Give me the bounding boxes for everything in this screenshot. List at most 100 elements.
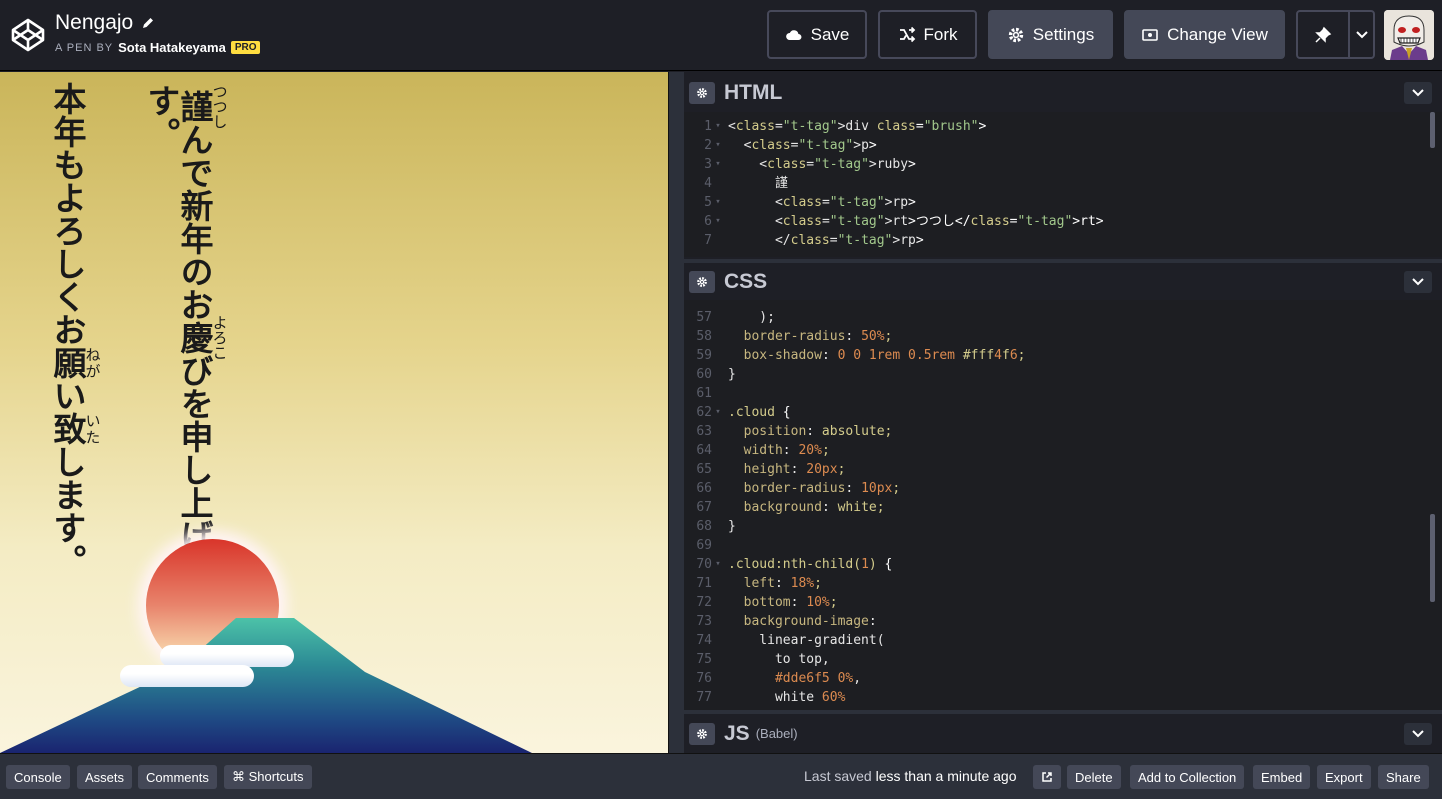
- code-line[interactable]: 2 ▾ <class="t-tag">p>: [684, 136, 1442, 155]
- code-line[interactable]: 7 </class="t-tag">rp>: [684, 231, 1442, 250]
- code-line[interactable]: 62 ▾ .cloud {: [684, 403, 1442, 422]
- add-to-collection-button[interactable]: Add to Collection: [1130, 765, 1245, 789]
- code-line[interactable]: 75 to top,: [684, 650, 1442, 669]
- code-text: </class="t-tag">rp>: [728, 233, 924, 248]
- fold-toggle-icon[interactable]: ▾: [712, 155, 724, 174]
- code-text: );: [728, 310, 775, 325]
- code-line[interactable]: 65 height: 20px;: [684, 460, 1442, 479]
- code-line[interactable]: 67 background: white;: [684, 498, 1442, 517]
- chevron-down-icon: [1412, 89, 1424, 97]
- code-line[interactable]: 60}: [684, 365, 1442, 384]
- code-text: linear-gradient(: [728, 633, 885, 648]
- codepen-logo-icon[interactable]: [10, 17, 46, 53]
- resize-divider[interactable]: [668, 72, 684, 753]
- pen-title-text: Nengajo: [55, 11, 134, 34]
- code-line[interactable]: 3 ▾ <class="t-tag">ruby>: [684, 155, 1442, 174]
- code-text: <class="t-tag">p>: [728, 138, 877, 153]
- code-line[interactable]: 77 white 60%: [684, 688, 1442, 707]
- settings-button[interactable]: Settings: [988, 10, 1113, 59]
- author-link[interactable]: Sota Hatakeyama: [118, 40, 226, 55]
- code-line[interactable]: 76 #dde6f5 0%,: [684, 669, 1442, 688]
- embed-button[interactable]: Embed: [1253, 765, 1311, 789]
- pen-byline: A PEN BY Sota Hatakeyama PRO: [55, 40, 261, 55]
- code-line[interactable]: 72 bottom: 10%;: [684, 593, 1442, 612]
- code-text: position: absolute;: [743, 424, 893, 439]
- js-collapse-button[interactable]: [1404, 722, 1432, 745]
- assets-button[interactable]: Assets: [77, 765, 133, 789]
- code-line[interactable]: 73 background-image:: [684, 612, 1442, 631]
- pin-button[interactable]: [1298, 12, 1350, 57]
- code-line[interactable]: 66 border-radius: 10px;: [684, 479, 1442, 498]
- code-line[interactable]: 58 border-radius: 50%;: [684, 327, 1442, 346]
- line-number: 71: [696, 576, 712, 591]
- fold-toggle-icon[interactable]: ▾: [712, 403, 724, 422]
- line-number: 57: [696, 310, 712, 325]
- code-text: background: white;: [743, 500, 885, 515]
- console-button[interactable]: Console: [6, 765, 70, 789]
- change-view-button[interactable]: Change View: [1124, 10, 1285, 59]
- line-number: 74: [696, 633, 712, 648]
- delete-button[interactable]: Delete: [1067, 765, 1121, 789]
- gear-icon: [1008, 27, 1023, 42]
- line-number: 61: [696, 386, 712, 401]
- line-number: 65: [696, 462, 712, 477]
- fork-button[interactable]: Fork: [878, 10, 977, 59]
- fold-toggle-icon: [712, 231, 724, 250]
- fold-toggle-icon: [712, 574, 724, 593]
- html-code-editor[interactable]: 1 ▾ <class="t-tag">div class="brush"> 2 ▾ <c…: [684, 112, 1442, 257]
- html-scrollbar[interactable]: [1430, 112, 1435, 148]
- pin-button-group: [1296, 10, 1375, 59]
- code-text: background-image:: [743, 614, 877, 629]
- code-line[interactable]: 57 );: [684, 308, 1442, 327]
- fold-toggle-icon: [712, 688, 724, 707]
- css-scrollbar[interactable]: [1430, 514, 1435, 602]
- comments-button[interactable]: Comments: [138, 765, 217, 789]
- code-line[interactable]: 71 left: 18%;: [684, 574, 1442, 593]
- code-line[interactable]: 64 width: 20%;: [684, 441, 1442, 460]
- html-settings-button[interactable]: [689, 82, 715, 104]
- pen-title[interactable]: Nengajo: [55, 10, 260, 36]
- code-line[interactable]: 5 ▾ <class="t-tag">rp>: [684, 193, 1442, 212]
- fold-toggle-icon[interactable]: ▾: [712, 117, 724, 136]
- fold-toggle-icon[interactable]: ▾: [712, 193, 724, 212]
- pencil-edit-icon[interactable]: [141, 16, 155, 30]
- code-line[interactable]: 1 ▾ <class="t-tag">div class="brush">: [684, 117, 1442, 136]
- code-text: }: [728, 519, 736, 534]
- change-view-label: Change View: [1167, 24, 1268, 44]
- line-number: 60: [696, 367, 712, 382]
- user-avatar[interactable]: [1384, 10, 1434, 60]
- gear-icon: [697, 728, 707, 739]
- line-number: 58: [696, 329, 712, 344]
- code-text: <class="t-tag">rp>: [728, 195, 916, 210]
- code-line[interactable]: 70 ▾ .cloud:nth-child(1) {: [684, 555, 1442, 574]
- fold-toggle-icon[interactable]: ▾: [712, 136, 724, 155]
- fold-toggle-icon: [712, 346, 724, 365]
- css-code-editor[interactable]: 57 ); 58 border-radius: 50%; 59 box-shadow…: [684, 300, 1442, 710]
- css-collapse-button[interactable]: [1404, 270, 1432, 293]
- code-line[interactable]: 69: [684, 536, 1442, 555]
- line-number: 4: [704, 176, 712, 191]
- css-settings-button[interactable]: [689, 270, 715, 293]
- cloud-icon: [785, 29, 802, 40]
- code-line[interactable]: 59 box-shadow: 0 0 1rem 0.5rem #fff4f6;: [684, 346, 1442, 365]
- js-settings-button[interactable]: [689, 722, 715, 745]
- code-line[interactable]: 74 linear-gradient(: [684, 631, 1442, 650]
- open-external-button[interactable]: [1033, 765, 1061, 789]
- cloud-2: [120, 665, 254, 687]
- pin-menu-toggle[interactable]: [1350, 12, 1373, 57]
- html-collapse-button[interactable]: [1404, 82, 1432, 104]
- export-button[interactable]: Export: [1317, 765, 1371, 789]
- code-line[interactable]: 6 ▾ <class="t-tag">rt>つつし</class="t-tag">…: [684, 212, 1442, 231]
- result-preview: 謹つつしんで新年のお慶よろこびを申し上げます。 本年もよろしくお願ねがい致いたし…: [0, 72, 668, 753]
- fold-toggle-icon[interactable]: ▾: [712, 212, 724, 231]
- code-line[interactable]: 4 謹: [684, 174, 1442, 193]
- shortcuts-button[interactable]: ⌘ Shortcuts: [224, 765, 312, 789]
- code-line[interactable]: 68}: [684, 517, 1442, 536]
- share-button[interactable]: Share: [1378, 765, 1429, 789]
- code-line[interactable]: 61: [684, 384, 1442, 403]
- fold-toggle-icon[interactable]: ▾: [712, 555, 724, 574]
- line-number: 1: [704, 119, 712, 134]
- save-button[interactable]: Save: [767, 10, 867, 59]
- code-line[interactable]: 63 position: absolute;: [684, 422, 1442, 441]
